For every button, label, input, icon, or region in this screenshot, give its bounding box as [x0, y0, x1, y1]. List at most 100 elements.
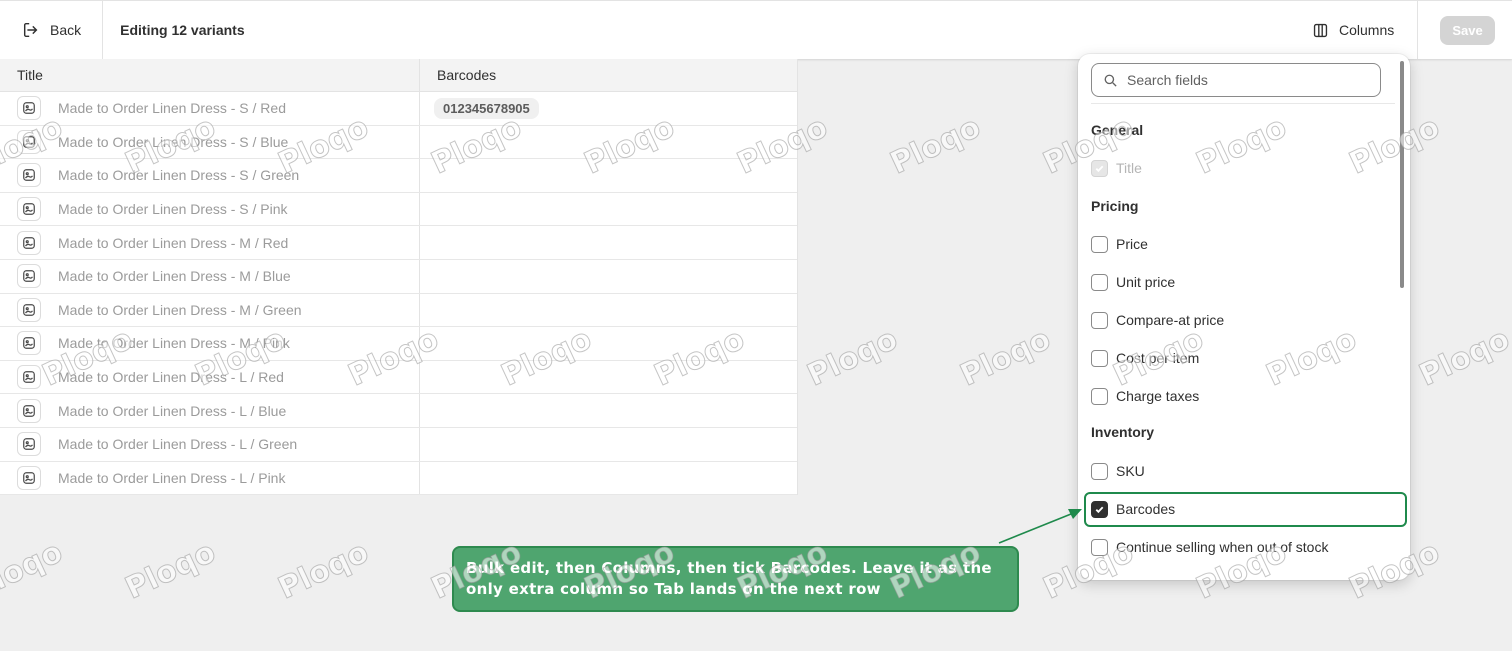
table-row[interactable]: Made to Order Linen Dress - L / Pink	[0, 461, 797, 496]
option-label: Charge taxes	[1116, 388, 1200, 404]
page-title: Editing 12 variants	[120, 22, 245, 38]
checkbox-sku[interactable]	[1091, 462, 1108, 480]
watermark-text: Ploqo	[120, 534, 222, 607]
table-row[interactable]: Made to Order Linen Dress - M / Red	[0, 226, 797, 260]
variant-title: Made to Order Linen Dress - M / Green	[58, 301, 302, 318]
option-unit-price[interactable]: Unit price	[1091, 272, 1175, 292]
columns-button[interactable]: Columns	[1300, 1, 1418, 59]
exit-icon	[23, 22, 38, 38]
columns-icon	[1313, 23, 1328, 37]
barcode-cell[interactable]	[420, 294, 434, 327]
checkbox-title	[1091, 159, 1108, 177]
variants-grid: Title Barcodes Made to Order Linen Dress…	[0, 59, 798, 496]
option-label: Compare-at price	[1116, 312, 1225, 328]
barcode-cell[interactable]	[420, 226, 434, 259]
variant-title: Made to Order Linen Dress - L / Blue	[58, 402, 287, 419]
image-placeholder-icon	[17, 129, 41, 154]
checkbox-price[interactable]	[1091, 235, 1108, 253]
option-label: Title	[1116, 160, 1142, 176]
option-charge-taxes[interactable]: Charge taxes	[1091, 386, 1199, 406]
barcode-cell[interactable]: 012345678905	[420, 92, 539, 125]
title-cell[interactable]: Made to Order Linen Dress - L / Blue	[0, 394, 420, 427]
barcode-cell[interactable]	[420, 394, 434, 427]
variant-title: Made to Order Linen Dress - M / Blue	[58, 268, 291, 285]
watermark-text: Ploqo	[273, 534, 375, 607]
table-row[interactable]: Made to Order Linen Dress - L / Blue	[0, 394, 797, 428]
image-placeholder-icon	[17, 331, 41, 356]
title-cell[interactable]: Made to Order Linen Dress - S / Red	[0, 92, 420, 125]
table-row[interactable]: Made to Order Linen Dress - L / Red	[0, 360, 797, 395]
option-label: SKU	[1116, 463, 1145, 479]
watermark-text: Ploqo	[1414, 321, 1512, 394]
table-row[interactable]: Made to Order Linen Dress - M / Green	[0, 293, 797, 328]
barcode-cell[interactable]	[420, 159, 434, 192]
image-placeholder-icon	[17, 96, 41, 121]
variant-title: Made to Order Linen Dress - S / Green	[58, 167, 300, 184]
barcode-cell[interactable]	[420, 462, 434, 495]
option-price[interactable]: Price	[1091, 234, 1148, 254]
back-button[interactable]: Back	[0, 1, 104, 59]
title-cell[interactable]: Made to Order Linen Dress - L / Green	[0, 427, 420, 461]
barcode-cell[interactable]	[420, 193, 434, 226]
watermark-text: Ploqo	[885, 109, 987, 182]
image-placeholder-icon	[17, 365, 41, 390]
option-label: Continue selling when out of stock	[1116, 539, 1329, 555]
instruction-callout: Bulk edit, then Columns, then tick Barco…	[452, 546, 1019, 612]
save-button[interactable]: Save	[1440, 16, 1495, 45]
variant-title: Made to Order Linen Dress - S / Blue	[58, 133, 289, 150]
option-label: Cost per item	[1116, 350, 1200, 366]
back-label: Back	[50, 22, 82, 38]
title-cell[interactable]: Made to Order Linen Dress - M / Pink	[0, 327, 420, 360]
checkbox-compare-at-price[interactable]	[1091, 311, 1108, 329]
grid-body: Made to Order Linen Dress - S / Red 01234…	[0, 92, 797, 496]
barcode-cell[interactable]	[420, 361, 434, 394]
variant-title: Made to Order Linen Dress - S / Pink	[58, 201, 288, 218]
image-placeholder-icon	[17, 398, 41, 423]
title-cell[interactable]: Made to Order Linen Dress - L / Pink	[0, 461, 420, 495]
table-row[interactable]: Made to Order Linen Dress - S / Green	[0, 159, 797, 193]
column-header-barcodes[interactable]: Barcodes	[420, 59, 496, 91]
search-field[interactable]: Search fields	[1091, 63, 1381, 97]
variant-title: Made to Order Linen Dress - L / Pink	[58, 469, 286, 486]
checkbox-continue-selling[interactable]	[1091, 538, 1108, 556]
table-row[interactable]: Made to Order Linen Dress - M / Blue	[0, 259, 797, 294]
variant-title: Made to Order Linen Dress - L / Red	[58, 369, 284, 386]
option-continue-selling[interactable]: Continue selling when out of stock	[1091, 537, 1328, 557]
title-cell[interactable]: Made to Order Linen Dress - S / Green	[0, 159, 420, 192]
top-bar: Back Editing 12 variants Columns Save	[0, 0, 1512, 59]
variant-title: Made to Order Linen Dress - S / Red	[58, 100, 286, 117]
checkbox-unit-price[interactable]	[1091, 273, 1108, 291]
watermark-text: Ploqo	[0, 534, 68, 607]
checkbox-cost-per-item[interactable]	[1091, 349, 1108, 367]
variant-title: Made to Order Linen Dress - M / Pink	[58, 335, 290, 352]
option-label: Unit price	[1116, 274, 1176, 290]
title-cell[interactable]: Made to Order Linen Dress - M / Blue	[0, 259, 420, 293]
checkmark-icon	[1095, 165, 1104, 172]
checkbox-charge-taxes[interactable]	[1091, 387, 1108, 405]
option-sku[interactable]: SKU	[1091, 461, 1145, 481]
barcode-cell[interactable]	[420, 260, 434, 293]
section-inventory: Inventory	[1091, 424, 1155, 440]
barcode-cell[interactable]	[420, 327, 434, 360]
table-row[interactable]: Made to Order Linen Dress - S / Blue	[0, 125, 797, 160]
image-placeholder-icon	[17, 264, 41, 289]
table-row[interactable]: Made to Order Linen Dress - S / Red 01234…	[0, 92, 797, 126]
option-cost-per-item[interactable]: Cost per item	[1091, 348, 1199, 368]
table-row[interactable]: Made to Order Linen Dress - L / Green	[0, 427, 797, 462]
title-cell[interactable]: Made to Order Linen Dress - L / Red	[0, 360, 420, 394]
section-pricing: Pricing	[1091, 198, 1139, 214]
title-cell[interactable]: Made to Order Linen Dress - M / Red	[0, 226, 420, 259]
barcodes-highlight	[1084, 492, 1407, 527]
title-cell[interactable]: Made to Order Linen Dress - S / Blue	[0, 125, 420, 159]
option-title: Title	[1091, 158, 1142, 178]
option-compare-at-price[interactable]: Compare-at price	[1091, 310, 1224, 330]
title-cell[interactable]: Made to Order Linen Dress - M / Green	[0, 293, 420, 327]
barcode-value: 012345678905	[434, 97, 539, 119]
title-cell[interactable]: Made to Order Linen Dress - S / Pink	[0, 192, 420, 226]
popover-scrollbar[interactable]	[1400, 61, 1404, 288]
barcode-cell[interactable]	[420, 428, 434, 461]
barcode-cell[interactable]	[420, 126, 434, 159]
table-row[interactable]: Made to Order Linen Dress - S / Pink	[0, 192, 797, 227]
table-row[interactable]: Made to Order Linen Dress - M / Pink	[0, 327, 797, 361]
column-header-title[interactable]: Title	[0, 59, 420, 91]
